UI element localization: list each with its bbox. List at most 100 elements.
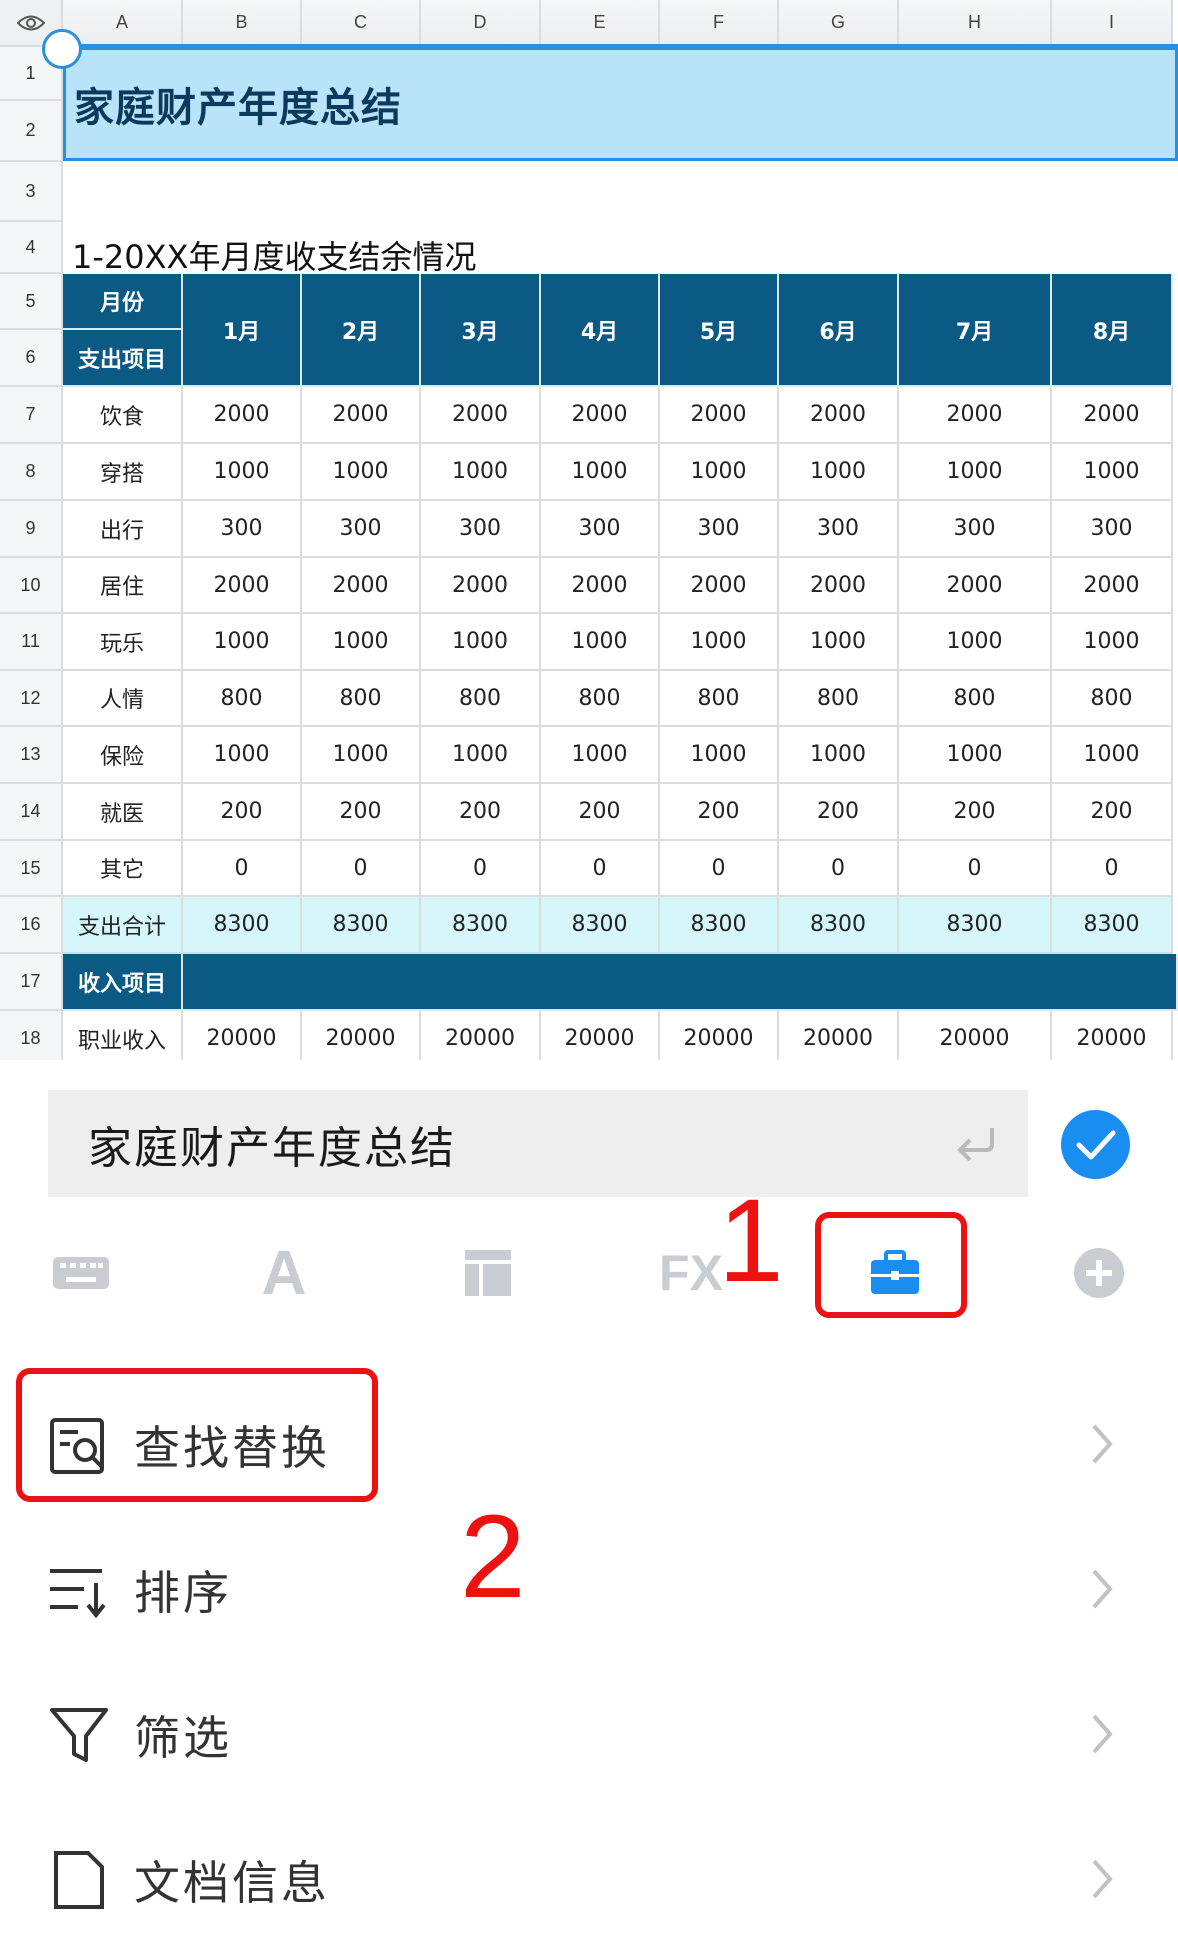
expense-value-cell[interactable]: 2000 <box>183 558 302 614</box>
income-value-cell[interactable]: 20000 <box>660 1011 779 1060</box>
expense-label-cell[interactable]: 人情 <box>63 671 183 727</box>
column-header-f[interactable]: F <box>660 0 779 47</box>
income-value-cell[interactable]: 20000 <box>541 1011 660 1060</box>
column-header-h[interactable]: H <box>899 0 1052 47</box>
expense-value-cell[interactable]: 800 <box>899 671 1052 727</box>
expense-value-cell[interactable]: 2000 <box>779 387 899 444</box>
expense-value-cell[interactable]: 200 <box>1052 784 1173 841</box>
row-header-9[interactable]: 9 <box>0 501 63 558</box>
income-value-cell[interactable]: 20000 <box>779 1011 899 1060</box>
expense-value-cell[interactable]: 2000 <box>899 558 1052 614</box>
month-header-5[interactable]: 5月 <box>660 274 779 387</box>
expense-value-cell[interactable]: 0 <box>302 841 421 897</box>
formula-fx-button[interactable]: FX <box>656 1238 726 1308</box>
column-header-b[interactable]: B <box>183 0 302 47</box>
expense-value-cell[interactable]: 300 <box>183 501 302 558</box>
total-value-cell[interactable]: 8300 <box>1052 897 1173 954</box>
menu-item-document-info[interactable]: 文档信息 <box>0 1807 1178 1952</box>
total-label-cell[interactable]: 支出合计 <box>63 897 183 954</box>
month-header-3[interactable]: 3月 <box>421 274 541 387</box>
header-expense-label[interactable]: 支出项目 <box>63 330 183 387</box>
row-header-16[interactable]: 16 <box>0 897 63 954</box>
row-header-5[interactable]: 5 <box>0 274 63 330</box>
expense-value-cell[interactable]: 1000 <box>1052 727 1173 784</box>
expense-value-cell[interactable]: 1000 <box>779 727 899 784</box>
month-header-2[interactable]: 2月 <box>302 274 421 387</box>
column-header-i[interactable]: I <box>1052 0 1173 47</box>
enter-icon[interactable] <box>954 1124 998 1164</box>
row-header-2[interactable]: 2 <box>0 101 63 162</box>
expense-value-cell[interactable]: 1000 <box>899 444 1052 501</box>
menu-item-sort[interactable]: 排序 <box>0 1517 1178 1662</box>
expense-label-cell[interactable]: 居住 <box>63 558 183 614</box>
expense-value-cell[interactable]: 1000 <box>302 614 421 671</box>
layout-button[interactable] <box>453 1238 523 1308</box>
expense-value-cell[interactable]: 800 <box>183 671 302 727</box>
row-header-8[interactable]: 8 <box>0 444 63 501</box>
total-value-cell[interactable]: 8300 <box>183 897 302 954</box>
total-value-cell[interactable]: 8300 <box>779 897 899 954</box>
expense-value-cell[interactable]: 0 <box>541 841 660 897</box>
add-button[interactable] <box>1064 1238 1134 1308</box>
expense-value-cell[interactable]: 300 <box>541 501 660 558</box>
expense-value-cell[interactable]: 200 <box>899 784 1052 841</box>
expense-value-cell[interactable]: 0 <box>421 841 541 897</box>
expense-value-cell[interactable]: 2000 <box>1052 387 1173 444</box>
column-header-e[interactable]: E <box>541 0 660 47</box>
spreadsheet-grid[interactable]: ABCDEFGHI 1 2 3 4 5 6 7 8 9 10 11 12 13 14 15 16 17 18 月份… <box>0 0 1178 1060</box>
expense-value-cell[interactable]: 300 <box>302 501 421 558</box>
expense-value-cell[interactable]: 800 <box>541 671 660 727</box>
row-header-6[interactable]: 6 <box>0 330 63 387</box>
income-label-cell[interactable]: 职业收入 <box>63 1011 183 1060</box>
expense-value-cell[interactable]: 1000 <box>421 444 541 501</box>
row-header-7[interactable]: 7 <box>0 387 63 444</box>
expense-label-cell[interactable]: 就医 <box>63 784 183 841</box>
row-header-12[interactable]: 12 <box>0 671 63 727</box>
expense-value-cell[interactable]: 1000 <box>302 444 421 501</box>
confirm-button[interactable] <box>1061 1110 1130 1179</box>
month-header-4[interactable]: 4月 <box>541 274 660 387</box>
expense-value-cell[interactable]: 2000 <box>779 558 899 614</box>
expense-value-cell[interactable]: 2000 <box>660 558 779 614</box>
expense-value-cell[interactable]: 200 <box>421 784 541 841</box>
title-cell-merged[interactable]: 家庭财产年度总结 <box>63 47 1178 161</box>
row-header-17[interactable]: 17 <box>0 954 63 1011</box>
income-value-cell[interactable]: 20000 <box>899 1011 1052 1060</box>
expense-label-cell[interactable]: 其它 <box>63 841 183 897</box>
expense-value-cell[interactable]: 300 <box>421 501 541 558</box>
expense-value-cell[interactable]: 2000 <box>1052 558 1173 614</box>
expense-value-cell[interactable]: 1000 <box>183 727 302 784</box>
expense-value-cell[interactable]: 2000 <box>302 387 421 444</box>
income-value-cell[interactable]: 20000 <box>421 1011 541 1060</box>
expense-value-cell[interactable]: 2000 <box>541 387 660 444</box>
total-value-cell[interactable]: 8300 <box>421 897 541 954</box>
expense-value-cell[interactable]: 800 <box>302 671 421 727</box>
keyboard-button[interactable] <box>46 1238 116 1308</box>
expense-value-cell[interactable]: 1000 <box>183 444 302 501</box>
expense-label-cell[interactable]: 出行 <box>63 501 183 558</box>
expense-value-cell[interactable]: 1000 <box>1052 614 1173 671</box>
month-header-7[interactable]: 7月 <box>899 274 1052 387</box>
expense-value-cell[interactable]: 0 <box>779 841 899 897</box>
total-value-cell[interactable]: 8300 <box>302 897 421 954</box>
expense-label-cell[interactable]: 穿搭 <box>63 444 183 501</box>
income-value-cell[interactable]: 20000 <box>302 1011 421 1060</box>
row-header-15[interactable]: 15 <box>0 841 63 897</box>
month-header-1[interactable]: 1月 <box>183 274 302 387</box>
row-header-14[interactable]: 14 <box>0 784 63 841</box>
expense-value-cell[interactable]: 300 <box>899 501 1052 558</box>
expense-value-cell[interactable]: 2000 <box>421 387 541 444</box>
row-header-18[interactable]: 18 <box>0 1011 63 1060</box>
expense-value-cell[interactable]: 1000 <box>1052 444 1173 501</box>
expense-value-cell[interactable]: 1000 <box>183 614 302 671</box>
expense-value-cell[interactable]: 2000 <box>421 558 541 614</box>
income-header-label[interactable]: 收入项目 <box>63 954 183 1011</box>
expense-value-cell[interactable]: 2000 <box>183 387 302 444</box>
total-value-cell[interactable]: 8300 <box>899 897 1052 954</box>
income-value-cell[interactable]: 20000 <box>1052 1011 1173 1060</box>
month-header-6[interactable]: 6月 <box>779 274 899 387</box>
expense-value-cell[interactable]: 1000 <box>421 614 541 671</box>
income-value-cell[interactable]: 20000 <box>183 1011 302 1060</box>
expense-value-cell[interactable]: 1000 <box>660 614 779 671</box>
expense-value-cell[interactable]: 1000 <box>779 444 899 501</box>
